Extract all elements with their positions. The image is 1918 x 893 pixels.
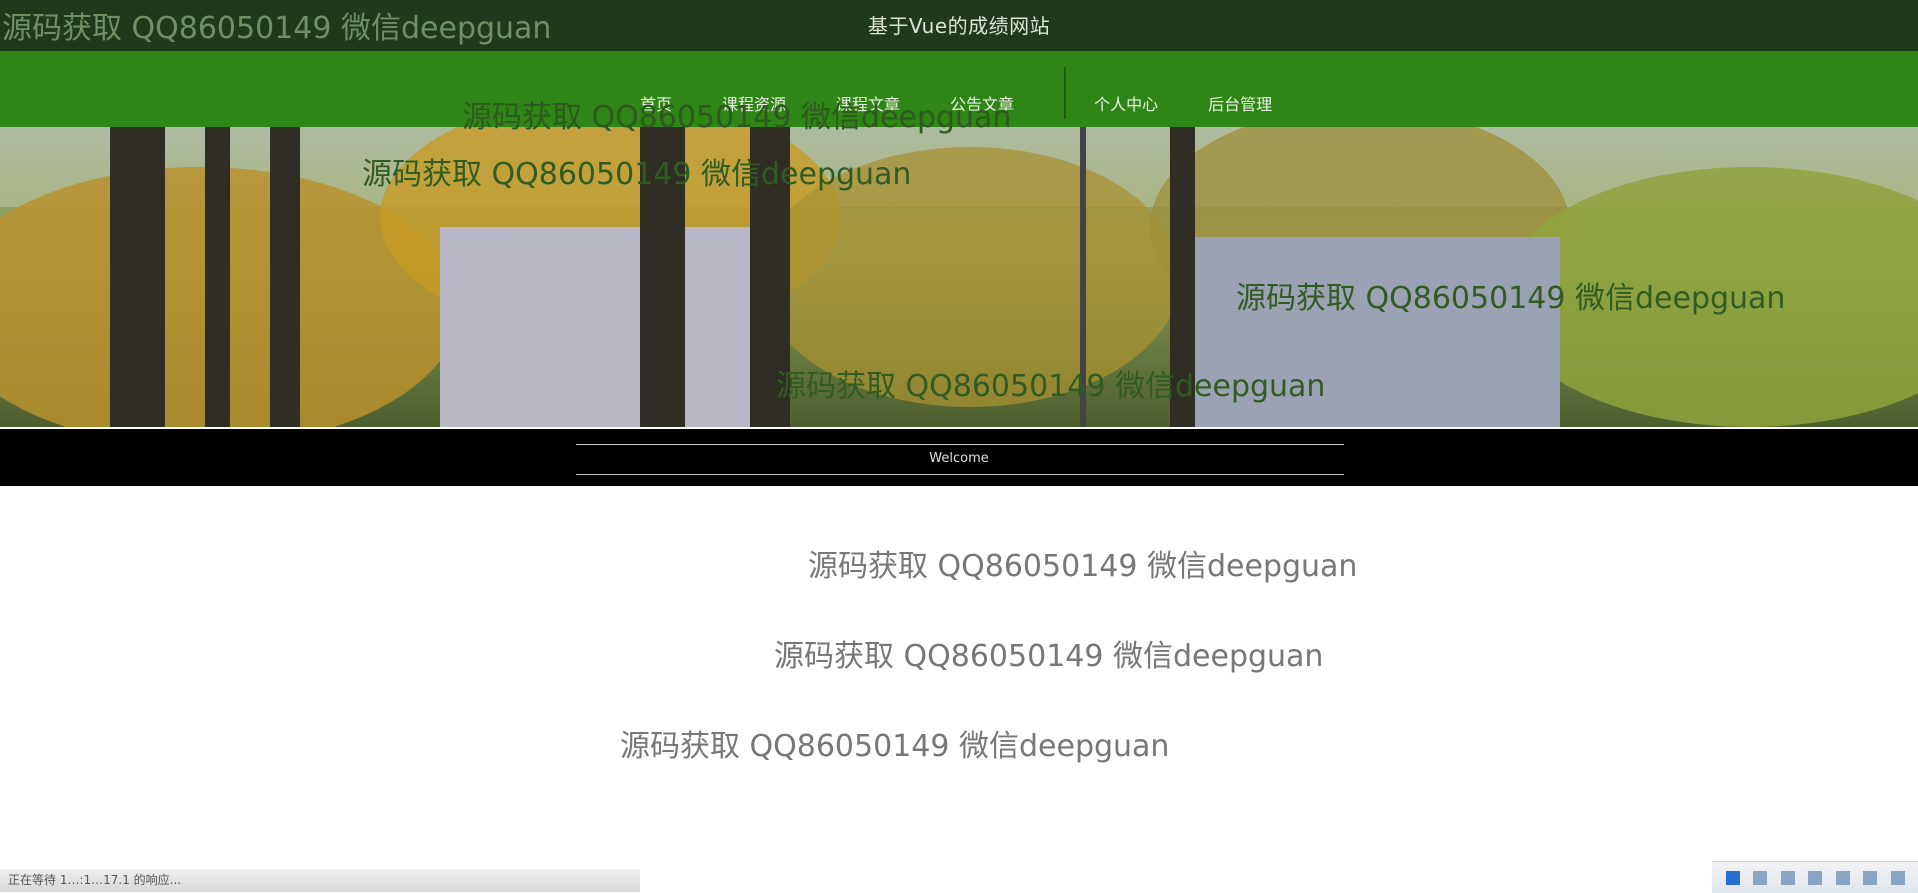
watermark-text: 源码获取 QQ86050149 微信deepguan (2, 11, 552, 46)
hero-tree-trunk (205, 127, 230, 427)
watermark-text: 源码获取 QQ86050149 微信deepguan (362, 157, 912, 192)
hero-banner-image: 源码获取 QQ86050149 微信deepguan 源码获取 QQ860501… (0, 127, 1918, 427)
system-tray (1712, 861, 1918, 893)
lang-icon[interactable] (1753, 870, 1767, 885)
welcome-bar: Welcome (0, 429, 1918, 486)
welcome-divider-top (576, 444, 1344, 445)
watermark-text: 源码获取 QQ86050149 微信deepguan (462, 100, 1012, 135)
watermark-text: 源码获取 QQ86050149 微信deepguan (776, 369, 1326, 404)
hero-tree-trunk (270, 127, 300, 427)
nav-item-admin[interactable]: 后台管理 (1208, 91, 1272, 115)
settings-icon[interactable] (1863, 870, 1877, 885)
welcome-divider-bottom (576, 474, 1344, 475)
watermark-text: 源码获取 QQ86050149 微信deepguan (808, 549, 1358, 584)
browser-status-bar: 正在等待 1…:1…17.1 的响应... (0, 869, 640, 892)
nav-item-profile[interactable]: 个人中心 (1094, 91, 1158, 115)
wrench-icon[interactable] (1890, 870, 1905, 885)
nav-divider (1064, 67, 1067, 119)
hero-tree-trunk (110, 127, 165, 427)
watermark-text: 源码获取 QQ86050149 微信deepguan (774, 639, 1324, 674)
keyboard-icon[interactable] (1835, 870, 1850, 885)
welcome-text: Welcome (929, 451, 989, 466)
hero-building (440, 227, 760, 427)
watermark-text: 源码获取 QQ86050149 微信deepguan (620, 729, 1170, 764)
tool-icon[interactable] (1780, 870, 1795, 885)
ime-icon[interactable] (1725, 870, 1740, 885)
watermark-text: 源码获取 QQ86050149 微信deepguan (1236, 281, 1786, 316)
moon-icon[interactable] (1808, 870, 1822, 885)
